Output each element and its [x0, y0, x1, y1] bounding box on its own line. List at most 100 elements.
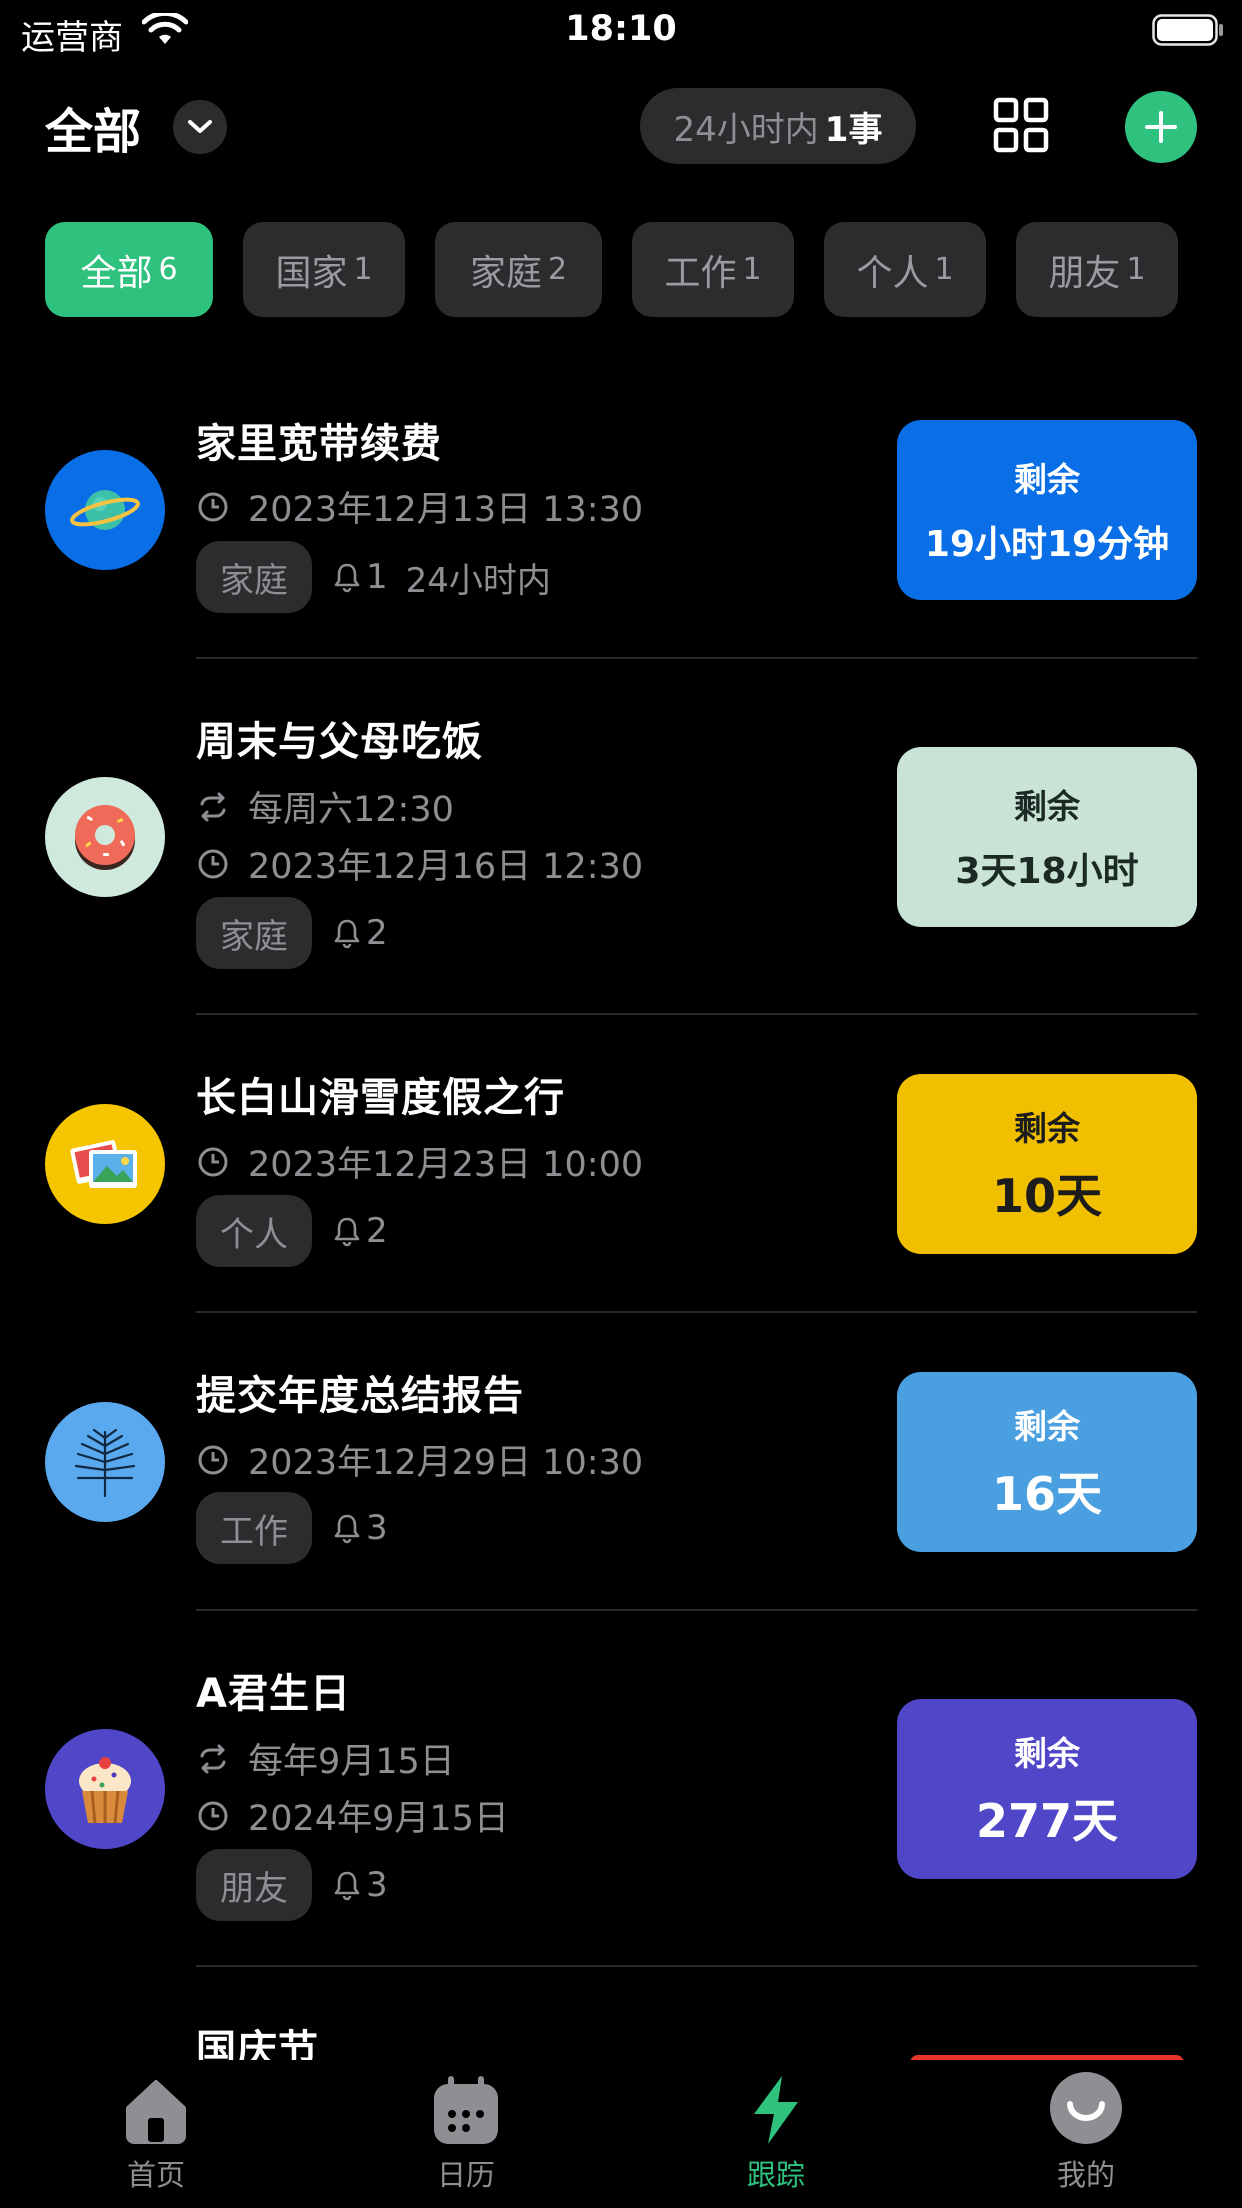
chip-label: 个人 — [856, 252, 929, 294]
item-datetime: 2023年12月16日 12:30 — [196, 838, 643, 889]
chip-work[interactable]: 工作 1 — [632, 222, 794, 317]
photos-icon — [45, 1104, 165, 1224]
tab-label: 日历 — [436, 2158, 495, 2192]
bell-count: 2 — [366, 913, 388, 953]
pill-prefix: 24小时内 — [673, 109, 819, 150]
top-toolbar: 全部 24小时内 1事 — [0, 82, 1242, 170]
tab-bar: 首页 日历 跟踪 我的 — [0, 2060, 1242, 2208]
add-button[interactable] — [1125, 91, 1197, 163]
category-tag: 个人 — [196, 1195, 312, 1267]
item-tags: 家庭 2 — [196, 897, 388, 969]
item-tags: 家庭 1 24小时内 — [196, 541, 551, 613]
chip-friends[interactable]: 朋友 1 — [1016, 222, 1178, 317]
bell-count: 3 — [366, 1508, 388, 1548]
bell-icon — [334, 1514, 360, 1544]
clock-icon — [198, 492, 228, 521]
badge-label: 剩余 — [1014, 460, 1080, 499]
badge-label: 剩余 — [1014, 1734, 1080, 1773]
reminder-count: 2 — [332, 1211, 388, 1251]
divider — [196, 1311, 1197, 1313]
bell-count: 2 — [366, 1211, 388, 1251]
calendar-icon — [366, 2060, 566, 2146]
chip-family[interactable]: 家庭 2 — [435, 222, 602, 317]
tab-home[interactable]: 首页 — [56, 2060, 256, 2194]
datetime-text: 2023年12月13日 13:30 — [248, 490, 644, 530]
tab-tracking[interactable]: 跟踪 — [676, 2060, 876, 2194]
tracking-screen: 运营商 18:10 全部 24小时内 1事 全部 6 国家 1 家庭 2 工作 … — [0, 0, 1242, 2208]
datetime-text: 2023年12月23日 10:00 — [248, 1145, 644, 1185]
item-title: 周末与父母吃饭 — [196, 719, 483, 765]
item-datetime: 2023年12月29日 10:30 — [196, 1434, 643, 1485]
countdown-badge[interactable]: 剩余 19小时19分钟 — [897, 420, 1197, 600]
item-title: A君生日 — [196, 1671, 351, 1717]
item-datetime: 2023年12月23日 10:00 — [196, 1136, 643, 1187]
countdown-badge[interactable]: 剩余 16天 — [897, 1372, 1197, 1552]
bell-icon — [334, 563, 360, 593]
chip-count: 1 — [934, 252, 954, 287]
bell-icon — [334, 919, 360, 949]
palm-leaf-icon — [45, 1402, 165, 1522]
bell-icon — [334, 1871, 360, 1901]
repeat-icon — [200, 792, 226, 821]
within-24h-label: 24小时内 — [405, 560, 551, 601]
home-icon — [56, 2060, 256, 2146]
datetime-text: 2023年12月16日 12:30 — [248, 847, 644, 887]
upcoming-24h-pill[interactable]: 24小时内 1事 — [640, 88, 916, 164]
tab-calendar[interactable]: 日历 — [366, 2060, 566, 2194]
item-tags: 个人 2 — [196, 1195, 388, 1267]
grid-view-icon[interactable] — [993, 97, 1049, 157]
item-tags: 工作 3 — [196, 1492, 388, 1564]
item-repeat: 每周六12:30 — [196, 781, 454, 832]
bell-count: 1 — [366, 557, 388, 597]
countdown-badge[interactable]: 剩余 3天18小时 — [897, 747, 1197, 927]
chip-count: 1 — [742, 252, 762, 287]
donut-icon — [45, 777, 165, 897]
item-repeat: 每年9月15日 — [196, 1733, 455, 1784]
datetime-text: 2023年12月29日 10:30 — [248, 1443, 644, 1483]
chip-count: 6 — [158, 252, 178, 287]
repeat-icon — [200, 1744, 226, 1773]
tab-label: 跟踪 — [746, 2158, 805, 2192]
chip-country[interactable]: 国家 1 — [243, 222, 405, 317]
chip-personal[interactable]: 个人 1 — [824, 222, 986, 317]
chip-all[interactable]: 全部 6 — [45, 222, 213, 317]
badge-value: 3天18小时 — [955, 851, 1139, 892]
badge-value: 19小时19分钟 — [924, 524, 1170, 565]
clock: 18:10 — [565, 9, 677, 49]
cupcake-icon — [45, 1729, 165, 1849]
divider — [196, 1965, 1197, 1967]
badge-value: 16天 — [991, 1467, 1102, 1521]
category-title[interactable]: 全部 — [45, 92, 141, 162]
reminder-count: 2 — [332, 913, 388, 953]
planet-icon — [45, 450, 165, 570]
item-datetime: 2024年9月15日 — [196, 1790, 509, 1841]
item-datetime: 2023年12月13日 13:30 — [196, 481, 643, 532]
battery-icon — [1152, 14, 1224, 50]
chip-label: 国家 — [275, 252, 348, 294]
category-tag: 家庭 — [196, 897, 312, 969]
divider — [196, 657, 1197, 659]
chip-label: 家庭 — [469, 252, 542, 294]
countdown-badge[interactable]: 剩余 10天 — [897, 1074, 1197, 1254]
badge-value: 277天 — [975, 1794, 1119, 1848]
bell-count: 3 — [366, 1865, 388, 1905]
reminder-count: 3 — [332, 1508, 388, 1548]
clock-icon — [198, 1147, 228, 1176]
bell-icon — [334, 1217, 360, 1247]
category-tag: 工作 — [196, 1492, 312, 1564]
clock-icon — [198, 849, 228, 878]
datetime-text: 2024年9月15日 — [248, 1799, 509, 1839]
badge-value: 10天 — [991, 1169, 1102, 1223]
repeat-text: 每周六12:30 — [248, 790, 454, 830]
smile-profile-icon — [986, 2060, 1186, 2146]
badge-label: 剩余 — [1014, 1109, 1080, 1148]
clock-icon — [198, 1445, 228, 1474]
status-bar: 运营商 18:10 — [0, 0, 1242, 62]
chip-count: 2 — [547, 252, 568, 287]
tab-profile[interactable]: 我的 — [986, 2060, 1186, 2194]
countdown-badge[interactable]: 剩余 277天 — [897, 1699, 1197, 1879]
chip-count: 1 — [353, 252, 373, 287]
chip-label: 朋友 — [1048, 252, 1121, 294]
category-dropdown-button[interactable] — [173, 100, 227, 154]
item-title: 长白山滑雪度假之行 — [196, 1075, 565, 1121]
